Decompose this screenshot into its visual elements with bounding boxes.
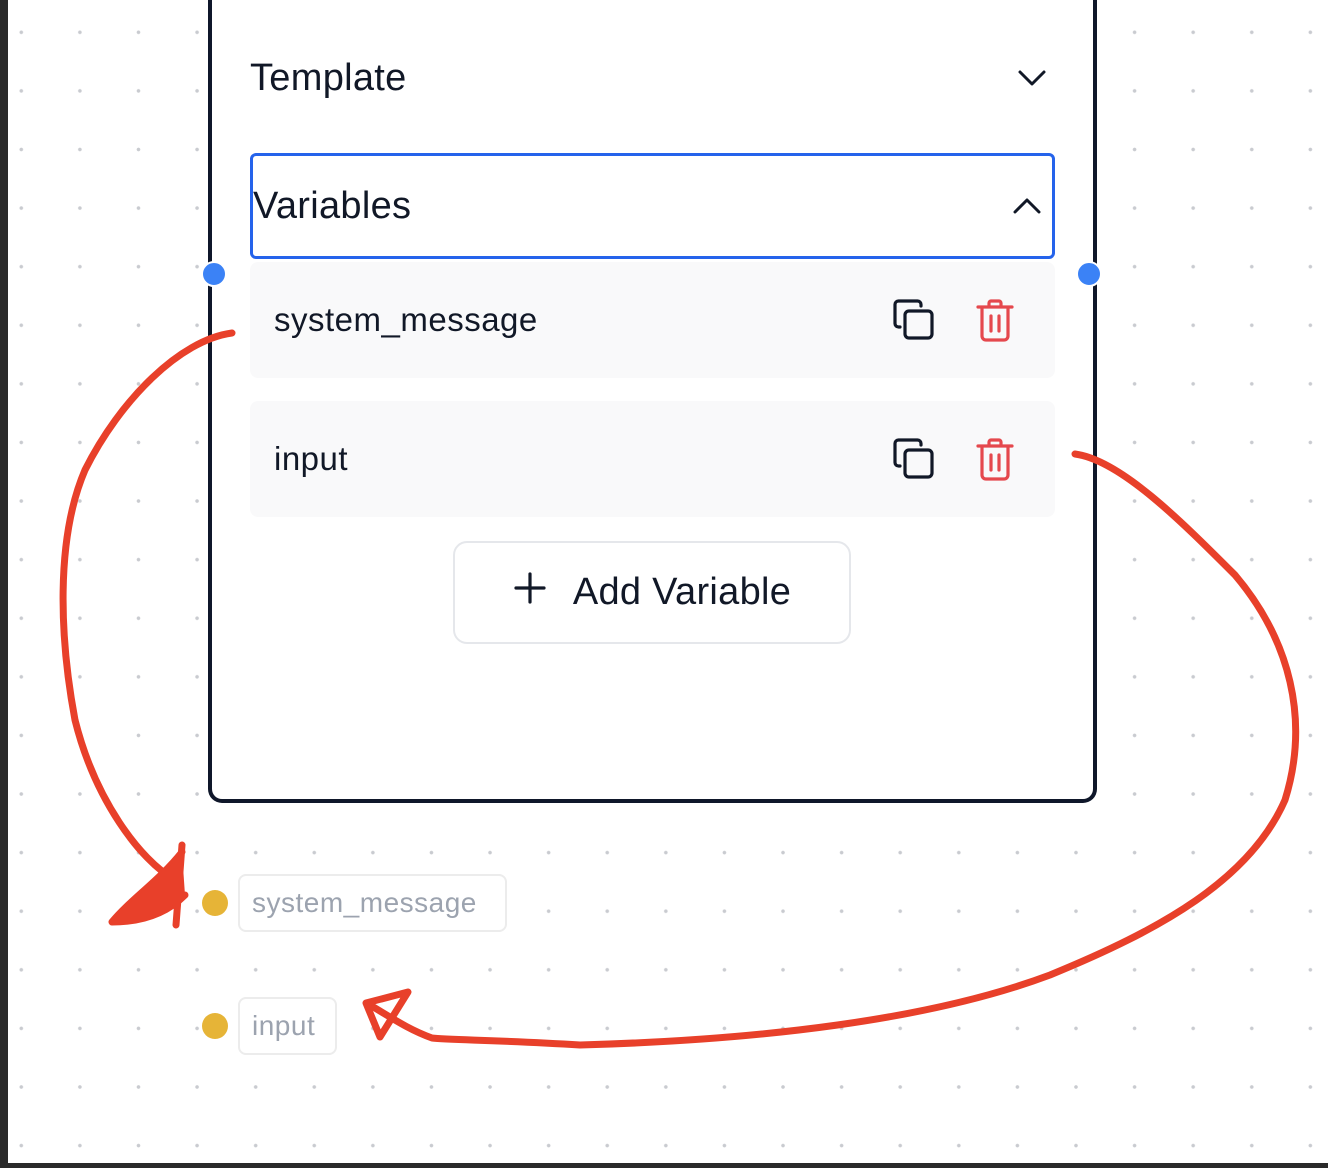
- template-section-label: Template: [250, 56, 407, 99]
- window-bottom-edge: [0, 1163, 1328, 1168]
- variables-section-label: Variables: [253, 184, 412, 227]
- annotation-arrowhead-right: [362, 988, 412, 1041]
- plus-icon: [513, 569, 547, 613]
- add-variable-button[interactable]: Add Variable: [453, 541, 851, 644]
- annotation-arrowhead-left: [108, 841, 189, 929]
- output-connection-handle[interactable]: [1076, 261, 1102, 287]
- variables-section-header[interactable]: Variables: [250, 153, 1055, 259]
- copy-icon[interactable]: [888, 292, 940, 348]
- trash-icon[interactable]: [970, 431, 1020, 487]
- variable-item[interactable]: input: [250, 401, 1055, 517]
- output-port-dot[interactable]: [202, 1013, 228, 1039]
- window-left-edge: [0, 0, 8, 1168]
- copy-icon[interactable]: [888, 431, 940, 487]
- variable-item[interactable]: system_message: [250, 262, 1055, 378]
- template-section-header[interactable]: Template: [250, 25, 1055, 131]
- output-port-label: system_message: [238, 874, 507, 932]
- output-port-dot[interactable]: [202, 890, 228, 916]
- add-variable-label: Add Variable: [572, 571, 792, 613]
- annotation-arrowhead-fill: [112, 852, 185, 922]
- chevron-up-icon[interactable]: [1010, 189, 1044, 223]
- chevron-down-icon[interactable]: [1015, 61, 1049, 95]
- input-connection-handle[interactable]: [201, 261, 227, 287]
- trash-icon[interactable]: [970, 292, 1020, 348]
- output-port-label: input: [238, 997, 337, 1055]
- annotation-arrow-left: [59, 329, 236, 884]
